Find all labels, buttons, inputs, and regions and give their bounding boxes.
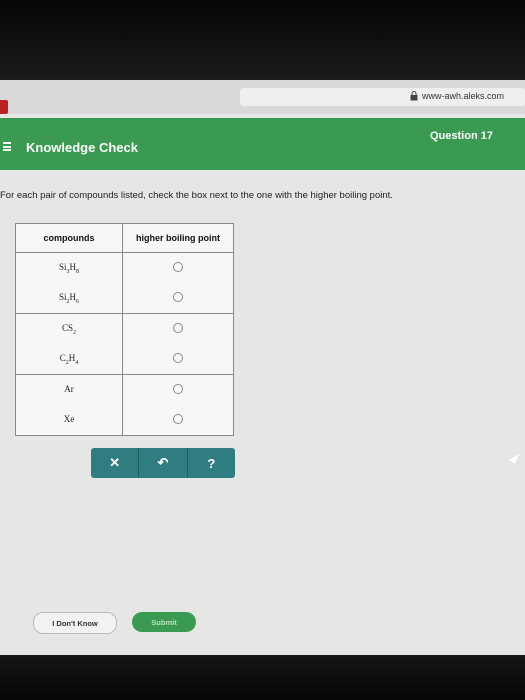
table-row: Si2H6 bbox=[15, 283, 234, 314]
help-icon: ? bbox=[207, 455, 216, 471]
url-text: www-awh.aleks.com bbox=[422, 91, 505, 101]
table-row: Ar bbox=[15, 374, 234, 405]
table-row: Si3H8 bbox=[15, 252, 234, 283]
answer-cell bbox=[122, 283, 234, 314]
question-number: Question 17 bbox=[430, 130, 493, 142]
formula-subscript: 4 bbox=[75, 359, 79, 366]
boiling-point-radio[interactable] bbox=[173, 384, 183, 394]
address-bar[interactable]: www-awh.aleks.com bbox=[240, 88, 525, 106]
boiling-point-radio[interactable] bbox=[173, 262, 183, 272]
submit-button[interactable]: Submit bbox=[132, 612, 196, 632]
column-header-boiling-point: higher boiling point bbox=[122, 223, 234, 253]
undo-button[interactable]: ↶ bbox=[139, 448, 188, 478]
undo-icon: ↶ bbox=[157, 455, 169, 470]
table-row: CS2 bbox=[15, 313, 234, 344]
table-row: C2H4 bbox=[15, 344, 234, 375]
answer-cell bbox=[122, 344, 234, 375]
column-header-compounds: compounds bbox=[15, 223, 123, 253]
boiling-point-radio[interactable] bbox=[173, 323, 183, 333]
formula-element: Ar bbox=[64, 383, 74, 394]
formula-element: CS bbox=[61, 322, 73, 333]
monitor-bezel-bottom bbox=[0, 655, 525, 700]
compound-formula: Si2H6 bbox=[15, 283, 123, 314]
compound-formula: C2H4 bbox=[15, 344, 123, 375]
lock-icon bbox=[410, 91, 418, 101]
boiling-point-radio[interactable] bbox=[173, 353, 183, 363]
menu-icon[interactable] bbox=[3, 142, 11, 151]
compounds-table: compounds higher boiling point Si3H8 Si2H… bbox=[15, 223, 234, 436]
compound-formula: Si3H8 bbox=[15, 252, 123, 283]
monitor-bezel-top bbox=[0, 0, 525, 80]
close-icon: ✕ bbox=[109, 455, 121, 470]
browser-toolbar: www-awh.aleks.com bbox=[0, 80, 525, 114]
answer-cell bbox=[122, 252, 234, 283]
mouse-cursor-icon bbox=[509, 454, 519, 464]
formula-subscript: 2 bbox=[73, 329, 76, 336]
dont-know-button[interactable]: I Don't Know bbox=[33, 612, 117, 634]
compound-formula: CS2 bbox=[15, 313, 123, 344]
table-row: Xe bbox=[15, 405, 234, 436]
help-button[interactable]: ? bbox=[188, 448, 235, 478]
answer-cell bbox=[122, 405, 234, 436]
answer-cell bbox=[122, 374, 234, 405]
formula-element: Si bbox=[58, 261, 67, 272]
formula-subscript: 6 bbox=[76, 298, 79, 305]
answer-cell bbox=[122, 313, 234, 344]
formula-element: Xe bbox=[63, 413, 75, 424]
tool-bar: ✕ ↶ ? bbox=[91, 448, 235, 478]
compound-formula: Xe bbox=[15, 405, 123, 436]
clear-button[interactable]: ✕ bbox=[91, 448, 140, 478]
tab-edge bbox=[0, 100, 8, 114]
formula-element: Si bbox=[58, 291, 67, 302]
question-prompt: For each pair of compounds listed, check… bbox=[0, 190, 393, 201]
boiling-point-radio[interactable] bbox=[173, 292, 183, 302]
compound-formula: Ar bbox=[15, 374, 123, 405]
formula-subscript: 8 bbox=[76, 268, 79, 275]
app-header: Knowledge Check Question 17 bbox=[0, 118, 525, 170]
boiling-point-radio[interactable] bbox=[173, 414, 183, 424]
page-title: Knowledge Check bbox=[26, 140, 138, 155]
